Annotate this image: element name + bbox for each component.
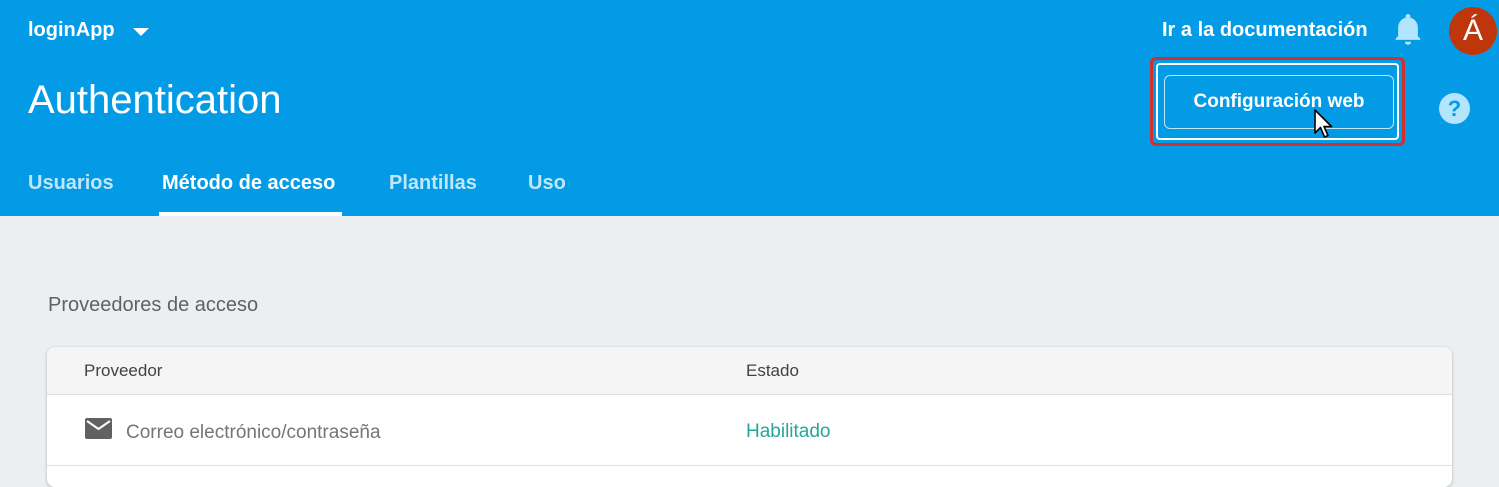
table-header: Proveedor Estado (47, 347, 1452, 395)
tab-uso[interactable]: Uso (528, 172, 566, 195)
project-name: loginApp (28, 19, 115, 41)
providers-table: Proveedor Estado Correo electrónico/cont… (47, 347, 1452, 487)
active-tab-indicator (159, 212, 342, 216)
status-badge: Habilitado (746, 421, 831, 442)
section-title: Proveedores de acceso (48, 294, 259, 316)
column-header-status: Estado (746, 361, 799, 380)
project-selector[interactable]: loginApp (28, 19, 149, 42)
column-header-provider: Proveedor (84, 361, 163, 380)
help-icon[interactable]: ? (1439, 93, 1470, 124)
tab-bar: Usuarios Método de acceso Plantillas Uso (0, 160, 700, 216)
table-row[interactable]: Correo electrónico/contraseña Habilitado (47, 395, 1452, 466)
docs-link[interactable]: Ir a la documentación (1162, 19, 1368, 42)
tab-usuarios[interactable]: Usuarios (28, 172, 114, 195)
page-title: Authentication (28, 78, 282, 122)
app-header: loginApp Ir a la documentación Á Authent… (0, 0, 1499, 216)
tab-plantillas[interactable]: Plantillas (389, 172, 477, 195)
mail-icon (85, 418, 112, 439)
mouse-cursor-icon (1314, 109, 1333, 138)
avatar[interactable]: Á (1449, 7, 1497, 55)
bell-icon[interactable] (1393, 14, 1423, 46)
provider-name: Correo electrónico/contraseña (126, 422, 381, 443)
tab-metodo-de-acceso[interactable]: Método de acceso (162, 172, 335, 195)
chevron-down-icon (132, 27, 149, 36)
web-config-button[interactable]: Configuración web (1164, 75, 1394, 129)
